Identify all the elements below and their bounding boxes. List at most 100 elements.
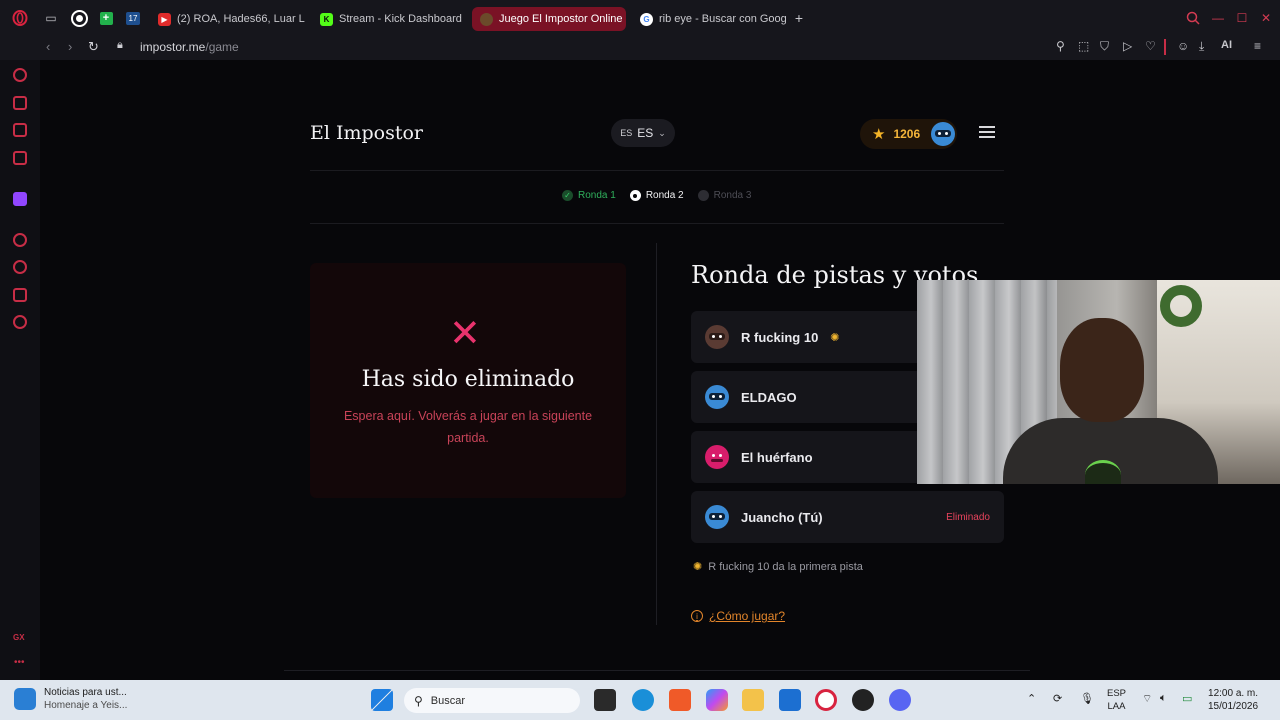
discord-icon[interactable] xyxy=(889,689,911,711)
opera-gx-taskbar-icon[interactable] xyxy=(815,689,837,711)
player-avatar xyxy=(705,385,729,409)
new-tab-plus-icon[interactable]: + xyxy=(791,10,807,26)
microphone-icon[interactable]: 🎙︎ xyxy=(1080,692,1094,705)
messenger-icon[interactable] xyxy=(13,151,27,165)
tray-chevron-up-icon[interactable]: ⌃ xyxy=(1027,692,1036,705)
url-field[interactable]: impostor.me/game xyxy=(140,40,239,54)
pinned-tab-calendar-icon[interactable]: 17 xyxy=(125,10,141,26)
system-clock[interactable]: 12:00 a. m. 15/01/2026 xyxy=(1208,687,1258,713)
heart-icon[interactable]: ♡ xyxy=(1145,39,1156,53)
brave-icon[interactable] xyxy=(669,689,691,711)
hamburger-menu-icon[interactable] xyxy=(979,126,995,138)
ai-button[interactable]: AI xyxy=(1221,39,1232,51)
gx-label[interactable]: GX xyxy=(13,633,25,642)
points-value: 1206 xyxy=(893,127,921,141)
back-arrow-icon[interactable]: ‹ xyxy=(46,39,50,54)
pin-icon[interactable]: ⚲ xyxy=(1056,39,1065,53)
news-title: Noticias para ust... xyxy=(44,687,127,698)
pinned-tab-circle-icon[interactable] xyxy=(70,9,88,27)
how-to-play-link[interactable]: i ¿Cómo jugar? xyxy=(691,609,785,623)
lang-label: ES xyxy=(637,126,654,140)
more-dots-icon[interactable]: ••• xyxy=(14,657,25,668)
first-clue-badge-icon: ✺ xyxy=(830,331,840,344)
history-icon[interactable] xyxy=(13,260,27,274)
lang-code: ESP xyxy=(1107,688,1127,699)
edge-icon[interactable] xyxy=(632,689,654,711)
round-label: Ronda 1 xyxy=(578,190,616,201)
eliminated-title: Has sido eliminado xyxy=(361,367,575,392)
points-badge[interactable]: ★ 1206 xyxy=(860,119,957,149)
kick-icon: K xyxy=(320,12,333,26)
profile-icon[interactable]: ☺ xyxy=(1177,39,1189,53)
task-view-icon[interactable] xyxy=(594,689,616,711)
pinned-tab-sheets-icon[interactable]: + xyxy=(98,10,114,26)
minimize-icon[interactable]: — xyxy=(1210,10,1226,26)
round-label: Ronda 2 xyxy=(645,190,684,201)
tab-youtube[interactable]: ▶ (2) ROA, Hades66, Luar La xyxy=(150,7,305,31)
impostor-icon xyxy=(480,12,493,26)
footer-divider xyxy=(284,670,1030,671)
chevron-down-icon: ⌄ xyxy=(658,127,666,138)
forward-arrow-icon[interactable]: › xyxy=(68,39,72,54)
shield-icon[interactable]: ⛉ xyxy=(1100,39,1109,54)
opera-logo-icon[interactable] xyxy=(12,10,28,26)
tab-label: Juego El Impostor Online xyxy=(499,13,623,25)
speed-dial-icon[interactable] xyxy=(13,68,27,82)
volume-icon[interactable]: 🔈︎ xyxy=(1160,692,1167,705)
language-selector[interactable]: ES ES ⌄ xyxy=(611,119,675,147)
round-label: Ronda 3 xyxy=(713,190,752,201)
rounds-divider xyxy=(310,223,1004,224)
menu-icon[interactable]: ≡ xyxy=(1254,39,1261,53)
clue-hint: ✺ R fucking 10 da la primera pista xyxy=(693,560,863,574)
url-path: /game xyxy=(205,40,239,54)
player-avatar xyxy=(705,505,729,529)
weather-widget-icon xyxy=(14,688,36,710)
play-icon[interactable]: ▷ xyxy=(1123,39,1132,53)
check-icon: ✓ xyxy=(562,190,573,201)
player-icon[interactable] xyxy=(13,233,27,247)
file-explorer-icon[interactable] xyxy=(742,689,764,711)
wifi-icon[interactable]: ⌔ xyxy=(1142,692,1152,706)
tab-impostor[interactable]: Juego El Impostor Online xyxy=(472,7,626,31)
tab-label: (2) ROA, Hades66, Luar La xyxy=(177,13,305,25)
user-avatar xyxy=(931,122,956,146)
settings-gear-icon[interactable] xyxy=(13,315,27,329)
tab-kick[interactable]: K Stream - Kick Dashboard xyxy=(312,7,467,31)
player-row[interactable]: Juancho (Tú) Eliminado xyxy=(691,491,1004,543)
search-tabs-icon[interactable] xyxy=(1185,10,1201,26)
tab-islands-icon[interactable]: ▭ xyxy=(43,10,59,26)
download-icon[interactable]: ⤓ xyxy=(1199,39,1204,54)
reload-icon[interactable]: ↻ xyxy=(88,39,99,55)
news-icon[interactable] xyxy=(13,123,27,137)
wallet-icon[interactable] xyxy=(13,96,27,110)
lang-layout: LAA xyxy=(1107,701,1126,712)
copilot-icon[interactable] xyxy=(706,689,728,711)
extensions-icon[interactable] xyxy=(13,288,27,302)
search-icon: ⚲ xyxy=(414,693,423,708)
obs-icon[interactable] xyxy=(852,689,874,711)
opera-sidebar: GX ••• xyxy=(0,60,40,680)
sync-icon[interactable]: ⟳ xyxy=(1053,692,1062,705)
tab-google[interactable]: G rib eye - Buscar con Goog xyxy=(632,7,787,31)
eliminated-x-icon: ✕ xyxy=(449,313,481,355)
current-dot-icon xyxy=(629,190,641,201)
lang-flag-label: ES xyxy=(620,128,633,138)
twitch-icon[interactable] xyxy=(13,192,27,206)
webcam-microphone xyxy=(1085,460,1121,484)
close-window-icon[interactable]: ✕ xyxy=(1258,10,1274,26)
taskbar-search[interactable]: ⚲ Buscar xyxy=(404,688,580,713)
maximize-icon[interactable]: ☐ xyxy=(1234,10,1250,26)
input-language[interactable]: ESP LAA xyxy=(1107,687,1126,713)
snapshot-icon[interactable]: ⬚ xyxy=(1078,39,1089,53)
eliminated-message: Espera aquí. Volverás a jugar en la sigu… xyxy=(343,409,593,445)
brand-title[interactable]: El Impostor xyxy=(310,122,423,144)
battery-icon[interactable]: ▭ xyxy=(1182,692,1192,705)
mail-icon[interactable] xyxy=(779,689,801,711)
lock-icon: 🔒︎ xyxy=(117,39,123,51)
eliminated-card: ✕ Has sido eliminado Espera aquí. Volver… xyxy=(310,263,626,498)
windows-start-icon[interactable] xyxy=(371,689,393,711)
round-1: ✓ Ronda 1 xyxy=(562,190,616,201)
news-widget[interactable]: Noticias para ust... Homenaje a Yeis... xyxy=(14,686,127,712)
player-name: El huérfano xyxy=(741,449,813,465)
how-to-label: ¿Cómo jugar? xyxy=(709,609,786,623)
